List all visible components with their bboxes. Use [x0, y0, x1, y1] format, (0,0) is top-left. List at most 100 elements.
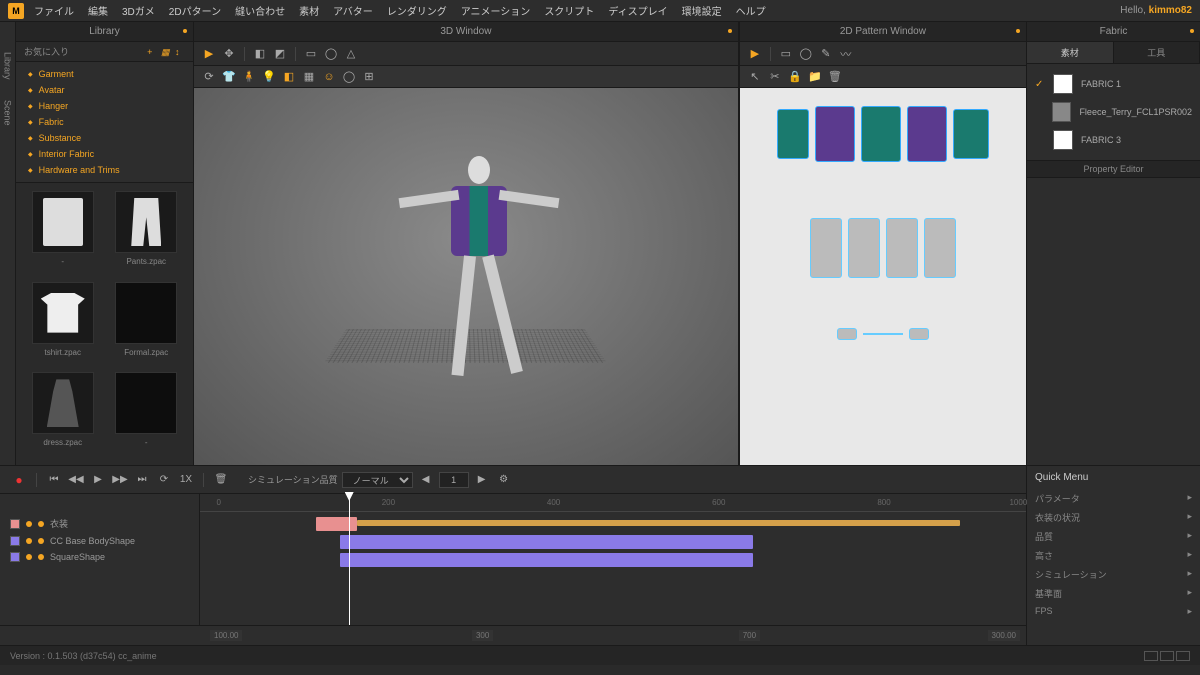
sort-icon[interactable]: ↕	[175, 47, 185, 57]
tool-icon[interactable]: ◯	[322, 45, 340, 63]
tool-icon[interactable]: ◯	[797, 45, 815, 63]
fabric-tab[interactable]: 工具	[1114, 42, 1200, 63]
tool-icon[interactable]: 📁	[806, 68, 824, 86]
category-item[interactable]: Hanger	[16, 98, 193, 114]
playhead[interactable]	[349, 494, 350, 625]
prev-frame-button[interactable]: ◀◀	[67, 471, 85, 489]
pattern-piece[interactable]	[848, 218, 880, 278]
tool-icon[interactable]: ▦	[300, 68, 318, 86]
menu-item[interactable]: 環境設定	[682, 3, 722, 18]
pattern-piece[interactable]	[924, 218, 956, 278]
layout-icon[interactable]	[1176, 651, 1190, 661]
tool-icon[interactable]: ☺	[320, 68, 338, 86]
category-item[interactable]: Substance	[16, 130, 193, 146]
menu-item[interactable]: レンダリング	[387, 3, 447, 18]
pattern-piece[interactable]	[810, 218, 842, 278]
track-item[interactable]: CC Base BodyShape	[10, 533, 189, 549]
next-frame-button[interactable]: ▶▶	[111, 471, 129, 489]
speed-label[interactable]: 1X	[177, 471, 195, 489]
avatar-model[interactable]	[444, 156, 514, 396]
go-end-button[interactable]: ⏭	[133, 471, 151, 489]
tool-icon[interactable]: ↖	[746, 68, 764, 86]
delete-icon[interactable]: 🗑	[212, 471, 230, 489]
menu-item[interactable]: 2Dパターン	[169, 3, 221, 18]
quick-menu-item[interactable]: 高さ▸	[1035, 546, 1192, 565]
frame-input[interactable]	[439, 472, 469, 488]
fabric-item[interactable]: Fleece_Terry_FCL1PSR002	[1033, 98, 1194, 126]
menu-item[interactable]: 素材	[299, 3, 319, 18]
thumb-item[interactable]: dress.zpac	[24, 372, 102, 457]
tool-icon[interactable]: △	[342, 45, 360, 63]
refresh-icon[interactable]: ⟳	[200, 68, 218, 86]
avatar-icon[interactable]: 🧍	[240, 68, 258, 86]
tool-icon[interactable]: 🗑	[826, 68, 844, 86]
garment-icon[interactable]: 👕	[220, 68, 238, 86]
tool-icon[interactable]: 〰	[837, 45, 855, 63]
thumb-item[interactable]: -	[108, 372, 186, 457]
settings-icon[interactable]: ⚙	[495, 471, 513, 489]
timeline-lanes[interactable]: 0 200 400 600 800 1000	[200, 494, 1026, 625]
loop-button[interactable]: ⟳	[155, 471, 173, 489]
panel-menu-icon[interactable]	[728, 29, 732, 33]
quick-menu-item[interactable]: 品質▸	[1035, 527, 1192, 546]
tool-icon[interactable]: ✂	[766, 68, 784, 86]
quick-menu-item[interactable]: 基準面▸	[1035, 584, 1192, 603]
category-item[interactable]: Garment	[16, 66, 193, 82]
add-icon[interactable]: +	[147, 47, 157, 57]
pattern-piece[interactable]	[907, 106, 947, 162]
pattern-piece[interactable]	[777, 109, 809, 159]
menu-item[interactable]: アバター	[333, 3, 373, 18]
thumb-item[interactable]: tshirt.zpac	[24, 282, 102, 367]
tool-icon[interactable]: ✎	[817, 45, 835, 63]
category-item[interactable]: Fabric	[16, 114, 193, 130]
tool-icon[interactable]: ◧	[280, 68, 298, 86]
thumb-item[interactable]: -	[24, 191, 102, 276]
fabric-item[interactable]: ✓FABRIC 1	[1033, 70, 1194, 98]
thumb-item[interactable]: Formal.zpac	[108, 282, 186, 367]
track-item[interactable]: 衣装	[10, 514, 189, 533]
pattern-piece[interactable]	[837, 328, 857, 340]
select-tool-icon[interactable]: ▶	[746, 45, 764, 63]
category-item[interactable]: Interior Fabric	[16, 146, 193, 162]
tool-icon[interactable]: ◯	[340, 68, 358, 86]
tool-icon[interactable]: ▭	[777, 45, 795, 63]
track-item[interactable]: SquareShape	[10, 549, 189, 565]
menu-item[interactable]: ファイル	[34, 3, 74, 18]
pattern-piece[interactable]	[815, 106, 855, 162]
panel-menu-icon[interactable]	[183, 29, 187, 33]
side-tab[interactable]: Scene	[3, 100, 13, 126]
record-button[interactable]: ●	[10, 471, 28, 489]
timeline-clip[interactable]	[340, 535, 753, 549]
tool-icon[interactable]: ▭	[302, 45, 320, 63]
menu-item[interactable]: 3Dガメ	[122, 3, 155, 18]
menu-item[interactable]: スクリプト	[544, 3, 594, 18]
panel-menu-icon[interactable]	[1190, 29, 1194, 33]
property-editor-header[interactable]: Property Editor	[1027, 160, 1200, 178]
quick-menu-item[interactable]: パラメータ▸	[1035, 489, 1192, 508]
timeline-clip[interactable]	[357, 520, 960, 526]
play-button[interactable]: ▶	[89, 471, 107, 489]
tool-icon[interactable]: ◧	[251, 45, 269, 63]
pattern-piece[interactable]	[909, 328, 929, 340]
move-tool-icon[interactable]: ✥	[220, 45, 238, 63]
quick-menu-item[interactable]: シミュレーション▸	[1035, 565, 1192, 584]
layout-icon[interactable]	[1160, 651, 1174, 661]
menu-item[interactable]: 縫い合わせ	[235, 3, 285, 18]
panel-menu-icon[interactable]	[1016, 29, 1020, 33]
quick-menu-item[interactable]: FPS▸	[1035, 603, 1192, 620]
sim-quality-select[interactable]: ノーマル	[342, 472, 413, 488]
pattern-piece[interactable]	[953, 109, 989, 159]
timeline-clip[interactable]	[316, 517, 357, 531]
category-item[interactable]: Hardware and Trims	[16, 162, 193, 178]
viewport-2d-canvas[interactable]	[740, 88, 1026, 465]
grid-icon[interactable]: ▦	[161, 47, 171, 57]
light-icon[interactable]: 💡	[260, 68, 278, 86]
tool-icon[interactable]: ⊞	[360, 68, 378, 86]
layout-icon[interactable]	[1144, 651, 1158, 661]
thumb-item[interactable]: Pants.zpac	[108, 191, 186, 276]
fabric-item[interactable]: FABRIC 3	[1033, 126, 1194, 154]
select-tool-icon[interactable]: ▶	[200, 45, 218, 63]
side-tab[interactable]: Library	[3, 52, 13, 80]
category-item[interactable]: Avatar	[16, 82, 193, 98]
menu-item[interactable]: ヘルプ	[736, 3, 766, 18]
